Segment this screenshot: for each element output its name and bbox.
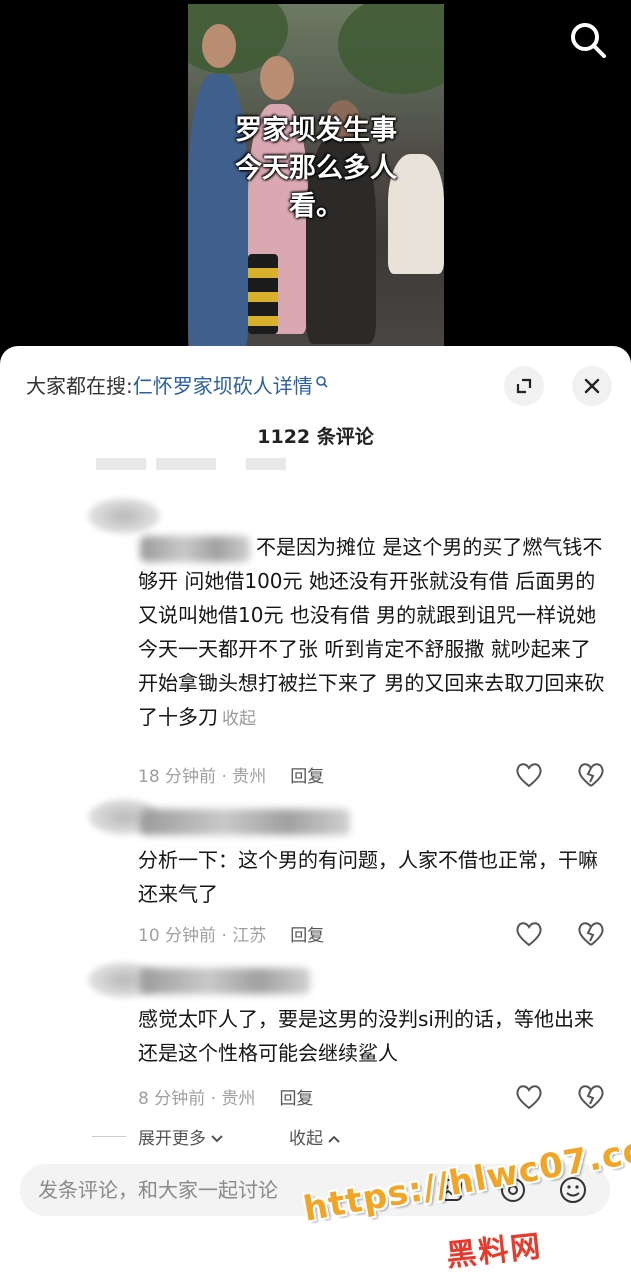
- like-heart-icon[interactable]: [514, 1082, 544, 1112]
- username[interactable]: [140, 968, 310, 994]
- sheet-header: 大家都在搜:仁怀罗家坝砍人详情 1122 条评论: [0, 346, 631, 466]
- comment-text: 分析一下：这个男的有问题，人家不借也正常，干嘛还来气了: [138, 848, 598, 906]
- comments-sheet: 大家都在搜:仁怀罗家坝砍人详情 1122 条评论 不是因为摊位 是这个男的买了燃…: [0, 346, 631, 1280]
- comment-count: 1122 条评论: [257, 426, 374, 448]
- site-watermark: https://hlwc07.com 黑料网: [300, 1124, 631, 1278]
- divider: [92, 1136, 126, 1137]
- dislike-broken-heart-icon[interactable]: [576, 919, 606, 949]
- collapse-button[interactable]: 收起: [289, 1124, 341, 1149]
- like-heart-icon[interactable]: [514, 919, 544, 949]
- comment-text: 不是因为摊位 是这个男的买了燃气钱不够开 问她借100元 她还没有开张就没有借 …: [138, 535, 605, 729]
- hot-search-prefix: 大家都在搜:: [26, 374, 133, 398]
- reply-button[interactable]: 回复: [279, 1089, 313, 1109]
- reply-button[interactable]: 回复: [290, 926, 324, 946]
- expand-more-button[interactable]: 展开更多: [138, 1124, 224, 1149]
- expand-icon[interactable]: [504, 366, 544, 406]
- video-area[interactable]: 罗家坝发生事 今天那么多人 看。: [0, 0, 631, 352]
- video-caption: 罗家坝发生事 今天那么多人 看。: [235, 115, 397, 222]
- hot-search-keyword[interactable]: 仁怀罗家坝砍人详情: [133, 374, 313, 398]
- like-heart-icon[interactable]: [514, 760, 544, 790]
- small-search-icon: [315, 370, 329, 394]
- watermark-name: 黑料网: [444, 1229, 544, 1274]
- comment-text: 感觉太吓人了，要是这男的没判si刑的话，等他出来还是这个性格可能会继续鲨人: [138, 1007, 594, 1065]
- collapse-text-link[interactable]: 收起: [222, 709, 256, 729]
- search-icon[interactable]: [566, 18, 610, 62]
- reply-button[interactable]: 回复: [290, 767, 324, 787]
- comment-meta: 10 分钟前 · 江苏 回复: [138, 926, 325, 946]
- close-icon[interactable]: [572, 366, 612, 406]
- comment-meta: 18 分钟前 · 贵州 回复: [138, 767, 325, 787]
- avatar[interactable]: [88, 498, 160, 534]
- chevron-up-icon: [328, 1135, 341, 1143]
- comment-meta: 8 分钟前 · 贵州 回复: [138, 1089, 314, 1109]
- username[interactable]: [140, 809, 350, 835]
- dislike-broken-heart-icon[interactable]: [576, 760, 606, 790]
- chevron-down-icon: [211, 1135, 224, 1143]
- hot-search-suggestion[interactable]: 大家都在搜:仁怀罗家坝砍人详情: [26, 370, 329, 399]
- cut-off-previous-comment: [96, 458, 616, 474]
- dislike-broken-heart-icon[interactable]: [576, 1082, 606, 1112]
- replies-control-row: 展开更多 收起: [0, 1122, 631, 1152]
